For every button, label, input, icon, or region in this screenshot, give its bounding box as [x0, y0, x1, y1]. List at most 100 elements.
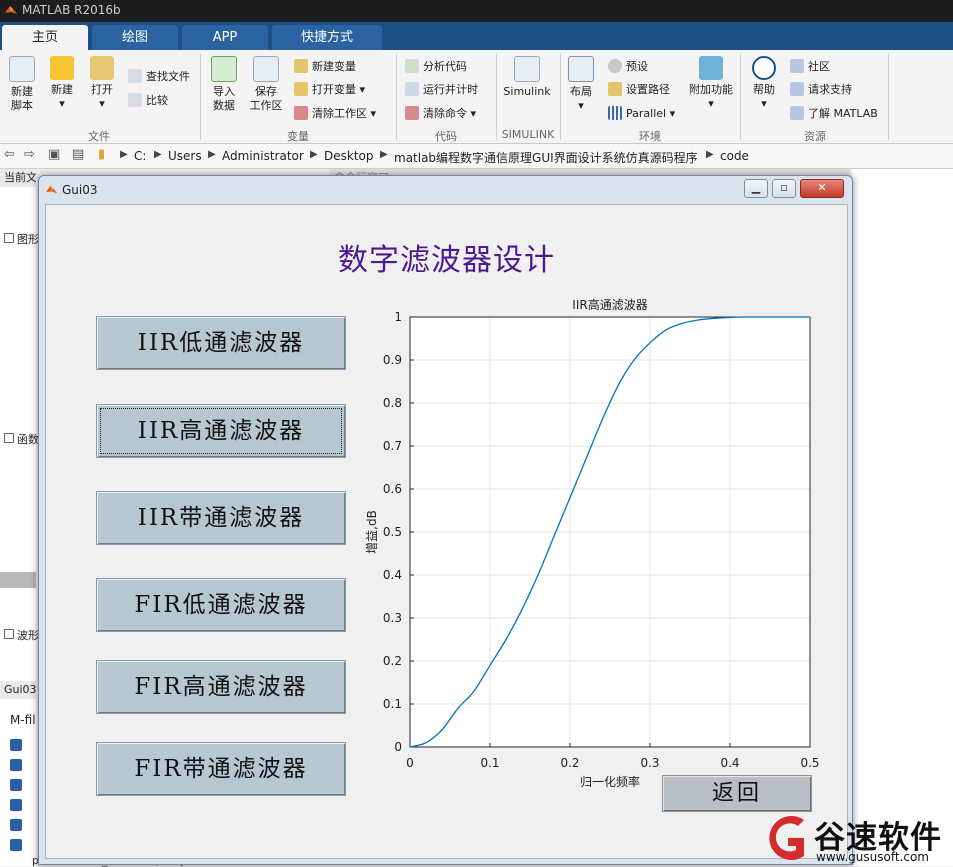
find-files-button[interactable]: 查找文件 — [128, 68, 190, 86]
community-button[interactable]: 社区 — [790, 58, 830, 76]
current-folder-pane: 当前文件夹 图形 函数 波形 Gui03 M-fil pushbutton5_C… — [0, 169, 289, 867]
eraser-icon — [294, 106, 308, 120]
parallel-icon — [608, 106, 622, 120]
x-tick-label: 0.3 — [640, 756, 659, 770]
open-variable-button[interactable]: 打开变量 ▾ — [294, 81, 365, 99]
clear-commands-button[interactable]: 清除命令 ▾ — [405, 105, 476, 123]
x-tick-label: 0 — [406, 756, 414, 770]
matlab-logo-icon — [45, 185, 58, 194]
x-tick-label: 0.1 — [480, 756, 499, 770]
crumb-code[interactable]: code — [720, 149, 749, 163]
chevron-down-icon: ▾ — [761, 97, 767, 110]
tab-apps[interactable]: APP — [182, 25, 268, 50]
open-button[interactable]: 打开 ▾ — [86, 56, 118, 111]
find-icon — [128, 69, 142, 83]
preferences-button[interactable]: 预设 — [608, 58, 648, 76]
clear-workspace-button[interactable]: 清除工作区 ▾ — [294, 105, 376, 123]
y-tick-label: 0.2 — [383, 654, 402, 668]
chevron-down-icon: ▾ — [669, 107, 676, 120]
chart-title: IIR高通滤波器 — [572, 297, 647, 312]
save-workspace-button[interactable]: 保存 工作区 — [248, 56, 284, 113]
tree-node-functions[interactable]: 函数 — [4, 431, 39, 447]
y-tick-label: 0.5 — [383, 525, 402, 539]
function-icon — [10, 799, 22, 811]
request-support-button[interactable]: 请求支持 — [790, 81, 852, 99]
app-titlebar: MATLAB R2016b — [0, 0, 953, 22]
group-environment-label: 环境 — [639, 130, 661, 143]
run-and-time-button[interactable]: 运行并计时 — [405, 81, 478, 99]
compare-button[interactable]: 比较 — [128, 92, 168, 110]
set-path-button[interactable]: 设置路径 — [608, 81, 670, 99]
save-icon — [253, 56, 279, 82]
simulink-icon — [514, 56, 540, 82]
folder-icon: ▮ — [98, 147, 106, 162]
up-folder-icon[interactable]: ▣ — [48, 147, 60, 162]
tab-home[interactable]: 主页 — [2, 25, 88, 50]
x-axis-label: 归一化频率 — [580, 774, 640, 789]
y-tick-label: 0.4 — [383, 568, 402, 582]
back-arrow-icon[interactable]: ⇦ — [4, 147, 15, 162]
help-button[interactable]: 帮助 ▾ — [748, 56, 780, 111]
tree-node-waveforms[interactable]: 波形 — [4, 627, 39, 643]
parallel-button[interactable]: Parallel ▾ — [608, 105, 675, 123]
tree-node-figures[interactable]: 图形 — [4, 231, 39, 247]
folder-icon — [90, 56, 114, 80]
import-data-button[interactable]: 导入 数据 — [208, 56, 240, 113]
y-tick-label: 0.1 — [383, 697, 402, 711]
crumb-project[interactable]: matlab编程数字通信原理GUI界面设计系统仿真源码程序 — [394, 149, 698, 166]
eraser-icon — [405, 106, 419, 120]
learn-matlab-button[interactable]: 了解 MATLAB — [790, 105, 878, 123]
help-icon — [752, 56, 776, 80]
forward-arrow-icon[interactable]: ⇨ — [24, 147, 35, 162]
y-tick-label: 0.3 — [383, 611, 402, 625]
tab-plots[interactable]: 绘图 — [92, 25, 178, 50]
crumb-administrator[interactable]: Administrator — [222, 149, 304, 163]
ribbon-separator — [496, 54, 497, 140]
ribbon-tabstrip: 主页 绘图 APP 快捷方式 — [0, 22, 953, 50]
gui-client-area: 数字滤波器设计 IIR低通滤波器 IIR高通滤波器 IIR带通滤波器 FIR低通… — [45, 204, 848, 859]
x-tick-label: 0.2 — [560, 756, 579, 770]
y-tick-label: 0.7 — [383, 439, 402, 453]
y-tick-label: 0.6 — [383, 482, 402, 496]
command-window[interactable] — [852, 169, 953, 866]
add-ons-icon — [699, 56, 723, 80]
analyze-icon — [405, 59, 419, 73]
app-title: MATLAB R2016b — [22, 3, 121, 17]
browse-folder-icon[interactable]: ▤ — [72, 147, 84, 162]
gear-icon — [608, 59, 622, 73]
back-button[interactable]: 返回 — [662, 775, 812, 812]
function-icon — [10, 739, 22, 751]
minimize-button[interactable]: ▁ — [744, 179, 768, 198]
gui-window: Gui03 ▁ ▫ ✕ 数字滤波器设计 IIR低通滤波器 IIR高通滤波器 II… — [38, 175, 853, 865]
open-variable-icon — [294, 82, 308, 96]
mfile-label: M-fil — [10, 713, 36, 727]
learn-icon — [790, 106, 804, 120]
group-resources-label: 资源 — [804, 130, 826, 143]
layout-button[interactable]: 布局 ▾ — [566, 56, 596, 113]
tab-shortcuts[interactable]: 快捷方式 — [272, 25, 382, 50]
maximize-button[interactable]: ▫ — [772, 179, 796, 198]
new-button[interactable]: 新建 ▾ — [46, 56, 78, 111]
new-script-icon — [9, 56, 35, 82]
compare-icon — [128, 93, 142, 107]
details-header: Gui03 — [0, 681, 36, 699]
new-variable-button[interactable]: 新建变量 — [294, 58, 356, 76]
ribbon-separator — [740, 54, 741, 140]
gui-window-title: Gui03 — [45, 180, 98, 200]
layout-icon — [568, 56, 594, 82]
new-script-button[interactable]: 新建 脚本 — [6, 56, 38, 113]
support-icon — [790, 82, 804, 96]
chevron-down-icon: ▾ — [99, 97, 105, 110]
ribbon-separator — [200, 54, 201, 140]
function-icon — [10, 779, 22, 791]
function-icon — [10, 759, 22, 771]
analyze-code-button[interactable]: 分析代码 — [405, 58, 467, 76]
add-ons-button[interactable]: 附加功能 ▾ — [688, 56, 734, 111]
crumb-desktop[interactable]: Desktop — [324, 149, 374, 163]
simulink-button[interactable]: Simulink — [502, 56, 552, 99]
crumb-drive[interactable]: C: — [134, 149, 146, 163]
crumb-users[interactable]: Users — [168, 149, 202, 163]
folder-icon — [608, 82, 622, 96]
close-button[interactable]: ✕ — [800, 179, 844, 198]
group-file-label: 文件 — [88, 130, 110, 143]
